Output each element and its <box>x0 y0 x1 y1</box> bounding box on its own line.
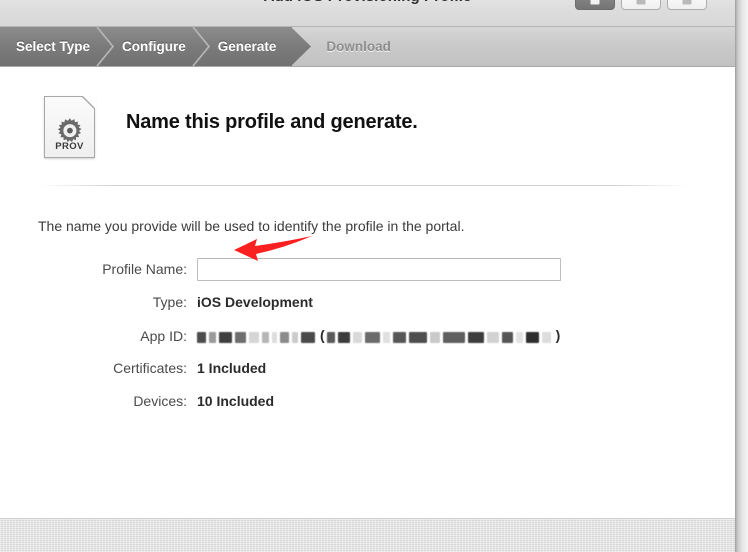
segmented-control[interactable] <box>575 0 707 10</box>
provisioning-profile-document-icon: PROV <box>44 95 96 158</box>
step-select-type[interactable]: Select Type <box>0 27 115 66</box>
certificates-label: Certificates: <box>113 360 187 376</box>
type-value: iOS Development <box>197 294 313 310</box>
step-generate-label: Generate <box>217 39 277 54</box>
app-id-redacted-block: () <box>197 327 562 345</box>
profile-name-label: Profile Name: <box>102 261 187 277</box>
wizard-content-pane: PROV Name this profile and generate. The… <box>0 68 735 518</box>
step-generate[interactable]: Generate <box>201 27 312 66</box>
wizard-step-bar: Select Type Configure Generate Download <box>0 27 735 67</box>
view-icon-2 <box>636 0 646 5</box>
view-icon-1 <box>590 0 600 5</box>
content-header: PROV Name this profile and generate. <box>0 81 735 161</box>
field-row-app-id: App ID: () <box>0 327 735 349</box>
view-button-2[interactable] <box>621 0 661 10</box>
type-label: Type: <box>152 294 187 310</box>
step-configure[interactable]: Configure <box>106 27 210 66</box>
document-fold-corner-icon <box>82 95 96 109</box>
step-download-label: Download <box>326 39 391 54</box>
document-icon-caption: PROV <box>55 141 84 152</box>
profile-form: Profile Name: Type: iOS Development App … <box>0 258 735 426</box>
step-select-type-label: Select Type <box>16 39 91 54</box>
devices-label: Devices: <box>133 393 187 409</box>
window-footer <box>0 518 735 552</box>
page-title: Name this profile and generate. <box>126 111 418 133</box>
field-row-devices: Devices: 10 Included <box>0 393 735 415</box>
step-configure-label: Configure <box>122 39 186 54</box>
field-row-profile-name: Profile Name: <box>0 258 735 281</box>
app-window: Add iOS Provisioning Profile Select Type… <box>0 0 748 552</box>
certificates-value: 1 Included <box>197 360 267 376</box>
view-button-1[interactable] <box>575 0 615 10</box>
app-id-close-paren: ) <box>555 327 561 343</box>
app-id-value: () <box>197 327 562 344</box>
view-button-3[interactable] <box>667 0 707 10</box>
view-icon-3 <box>682 0 692 5</box>
devices-value: 10 Included <box>197 393 275 409</box>
app-id-open-paren: ( <box>320 327 325 343</box>
section-divider <box>38 185 690 186</box>
window-right-edge <box>735 0 748 552</box>
intro-description: The name you provide will be used to ide… <box>38 218 465 234</box>
app-id-label: App ID: <box>140 327 187 344</box>
field-row-certificates: Certificates: 1 Included <box>0 360 735 382</box>
field-row-type: Type: iOS Development <box>0 294 735 316</box>
profile-name-input[interactable] <box>197 258 561 281</box>
window-titlebar: Add iOS Provisioning Profile <box>0 0 735 27</box>
